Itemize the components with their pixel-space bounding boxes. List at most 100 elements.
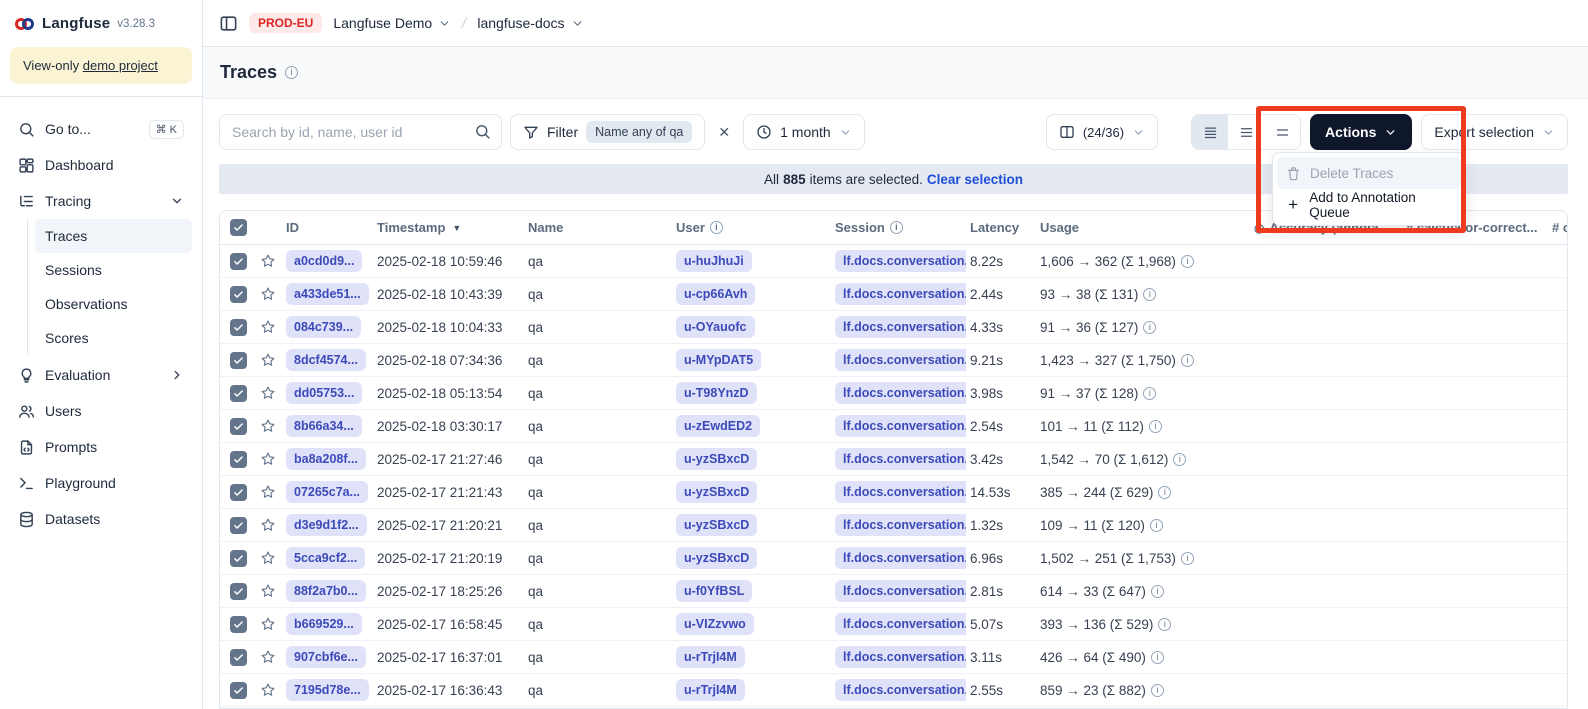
session-badge[interactable]: lf.docs.conversation... (835, 679, 966, 701)
user-badge[interactable]: u-MYpDAT5 (676, 349, 761, 371)
table-row[interactable]: 8dcf4574...2025-02-18 07:34:36qau-MYpDAT… (220, 344, 1567, 377)
favorite-star-icon[interactable] (260, 253, 276, 269)
row-height-small-button[interactable] (1192, 115, 1228, 149)
row-checkbox[interactable] (230, 616, 247, 633)
row-checkbox[interactable] (230, 352, 247, 369)
column-header-id[interactable]: ID (282, 220, 373, 235)
user-badge[interactable]: u-yzSBxcD (676, 481, 757, 503)
trace-id-badge[interactable]: 88f2a7b0... (286, 580, 366, 602)
sidebar-item-prompts[interactable]: Prompts (10, 429, 192, 465)
user-badge[interactable]: u-T98YnzD (676, 382, 757, 404)
trace-id-badge[interactable]: d3e9d1f2... (286, 514, 367, 536)
column-header-truncated[interactable]: # c (1548, 220, 1567, 235)
user-badge[interactable]: u-rTrjI4M (676, 646, 745, 668)
filter-button[interactable]: Filter Name any of qa (510, 114, 705, 150)
row-height-medium-button[interactable] (1228, 115, 1264, 149)
favorite-star-icon[interactable] (260, 517, 276, 533)
column-header-latency[interactable]: Latency (966, 220, 1036, 235)
favorite-star-icon[interactable] (260, 682, 276, 698)
session-badge[interactable]: lf.docs.conversation... (835, 250, 966, 272)
project-selector[interactable]: langfuse-docs (477, 15, 583, 31)
org-selector[interactable]: Langfuse Demo (333, 15, 451, 31)
session-badge[interactable]: lf.docs.conversation... (835, 613, 966, 635)
clear-selection-link[interactable]: Clear selection (927, 172, 1023, 187)
trace-id-badge[interactable]: 8b66a34... (286, 415, 362, 437)
menu-item-add-to-annotation-queue[interactable]: + Add to Annotation Queue (1277, 189, 1461, 221)
user-badge[interactable]: u-OYauofc (676, 316, 755, 338)
actions-button[interactable]: Actions (1310, 114, 1412, 150)
demo-project-link[interactable]: demo project (83, 58, 158, 73)
session-badge[interactable]: lf.docs.conversation... (835, 448, 966, 470)
clear-filter-button[interactable]: ✕ (713, 124, 735, 141)
column-header-usage[interactable]: Usage (1036, 220, 1250, 235)
user-badge[interactable]: u-rTrjI4M (676, 679, 745, 701)
sidebar-item-dashboard[interactable]: Dashboard (10, 147, 192, 183)
export-selection-button[interactable]: Export selection (1421, 114, 1568, 150)
trace-id-badge[interactable]: a433de51... (286, 283, 369, 305)
row-checkbox[interactable] (230, 451, 247, 468)
row-checkbox[interactable] (230, 649, 247, 666)
table-row[interactable]: 7195d78e...2025-02-17 16:36:43qau-rTrjI4… (220, 674, 1567, 707)
table-row[interactable]: b669529...2025-02-17 16:58:45qau-VIZzvwo… (220, 608, 1567, 641)
user-badge[interactable]: u-yzSBxcD (676, 448, 757, 470)
table-row[interactable]: 8b66a34...2025-02-18 03:30:17qau-zEwdED2… (220, 410, 1567, 443)
user-badge[interactable]: u-VIZzvwo (676, 613, 754, 635)
session-badge[interactable]: lf.docs.conversation... (835, 580, 966, 602)
favorite-star-icon[interactable] (260, 550, 276, 566)
favorite-star-icon[interactable] (260, 616, 276, 632)
favorite-star-icon[interactable] (260, 451, 276, 467)
table-row[interactable]: 07265c7a...2025-02-17 21:21:43qau-yzSBxc… (220, 476, 1567, 509)
table-row[interactable]: a433de51...2025-02-18 10:43:39qau-cp66Av… (220, 278, 1567, 311)
trace-id-badge[interactable]: 907cbf6e... (286, 646, 366, 668)
sidebar-item-users[interactable]: Users (10, 393, 192, 429)
goto-button[interactable]: Go to... ⌘ K (10, 111, 192, 147)
session-badge[interactable]: lf.docs.conversation... (835, 349, 966, 371)
table-row[interactable]: a0cd0d9...2025-02-18 10:59:46qau-huJhuJi… (220, 245, 1567, 278)
sidebar-item-playground[interactable]: Playground (10, 465, 192, 501)
column-visibility-button[interactable]: (24/36) (1046, 114, 1158, 150)
favorite-star-icon[interactable] (260, 286, 276, 302)
favorite-star-icon[interactable] (260, 352, 276, 368)
table-row[interactable]: d3e9d1f2...2025-02-17 21:20:21qau-yzSBxc… (220, 509, 1567, 542)
sidebar-item-tracing[interactable]: Tracing (10, 183, 192, 219)
table-row[interactable]: 084c739...2025-02-18 10:04:33qau-OYauofc… (220, 311, 1567, 344)
row-checkbox[interactable] (230, 385, 247, 402)
user-badge[interactable]: u-huJhuJi (676, 250, 752, 272)
table-row[interactable]: 907cbf6e...2025-02-17 16:37:01qau-rTrjI4… (220, 641, 1567, 674)
user-badge[interactable]: u-cp66Avh (676, 283, 755, 305)
session-badge[interactable]: lf.docs.conversation... (835, 646, 966, 668)
row-checkbox[interactable] (230, 418, 247, 435)
session-badge[interactable]: lf.docs.conversation... (835, 415, 966, 437)
trace-id-badge[interactable]: 084c739... (286, 316, 361, 338)
table-row[interactable]: ba8a208f...2025-02-17 21:27:46qau-yzSBxc… (220, 443, 1567, 476)
sidebar-item-traces[interactable]: Traces (35, 219, 192, 253)
table-row[interactable]: 88f2a7b0...2025-02-17 18:25:26qau-f0YfBS… (220, 575, 1567, 608)
session-badge[interactable]: lf.docs.conversation... (835, 382, 966, 404)
user-badge[interactable]: u-yzSBxcD (676, 514, 757, 536)
session-badge[interactable]: lf.docs.conversation... (835, 316, 966, 338)
column-header-name[interactable]: Name (524, 220, 672, 235)
trace-id-badge[interactable]: 07265c7a... (286, 481, 368, 503)
table-row[interactable]: dd05753...2025-02-18 05:13:54qau-T98YnzD… (220, 377, 1567, 410)
favorite-star-icon[interactable] (260, 649, 276, 665)
row-checkbox[interactable] (230, 253, 247, 270)
panel-toggle-icon[interactable] (219, 14, 238, 33)
row-checkbox[interactable] (230, 319, 247, 336)
trace-id-badge[interactable]: 5cca9cf2... (286, 547, 365, 569)
select-all-checkbox[interactable] (230, 219, 247, 236)
menu-item-delete-traces[interactable]: Delete Traces (1277, 157, 1461, 189)
session-badge[interactable]: lf.docs.conversation... (835, 481, 966, 503)
trace-id-badge[interactable]: 7195d78e... (286, 679, 369, 701)
column-header-timestamp[interactable]: Timestamp▼ (373, 220, 524, 235)
sidebar-item-sessions[interactable]: Sessions (35, 253, 192, 287)
filter-chip[interactable]: Name any of qa (586, 121, 692, 143)
favorite-star-icon[interactable] (260, 583, 276, 599)
time-range-select[interactable]: 1 month (743, 114, 865, 150)
sidebar-item-datasets[interactable]: Datasets (10, 501, 192, 537)
column-header-session[interactable]: Sessioni (831, 220, 966, 235)
row-checkbox[interactable] (230, 484, 247, 501)
column-header-user[interactable]: Useri (672, 220, 831, 235)
trace-id-badge[interactable]: ba8a208f... (286, 448, 366, 470)
row-height-large-button[interactable] (1264, 115, 1300, 149)
trace-id-badge[interactable]: a0cd0d9... (286, 250, 362, 272)
